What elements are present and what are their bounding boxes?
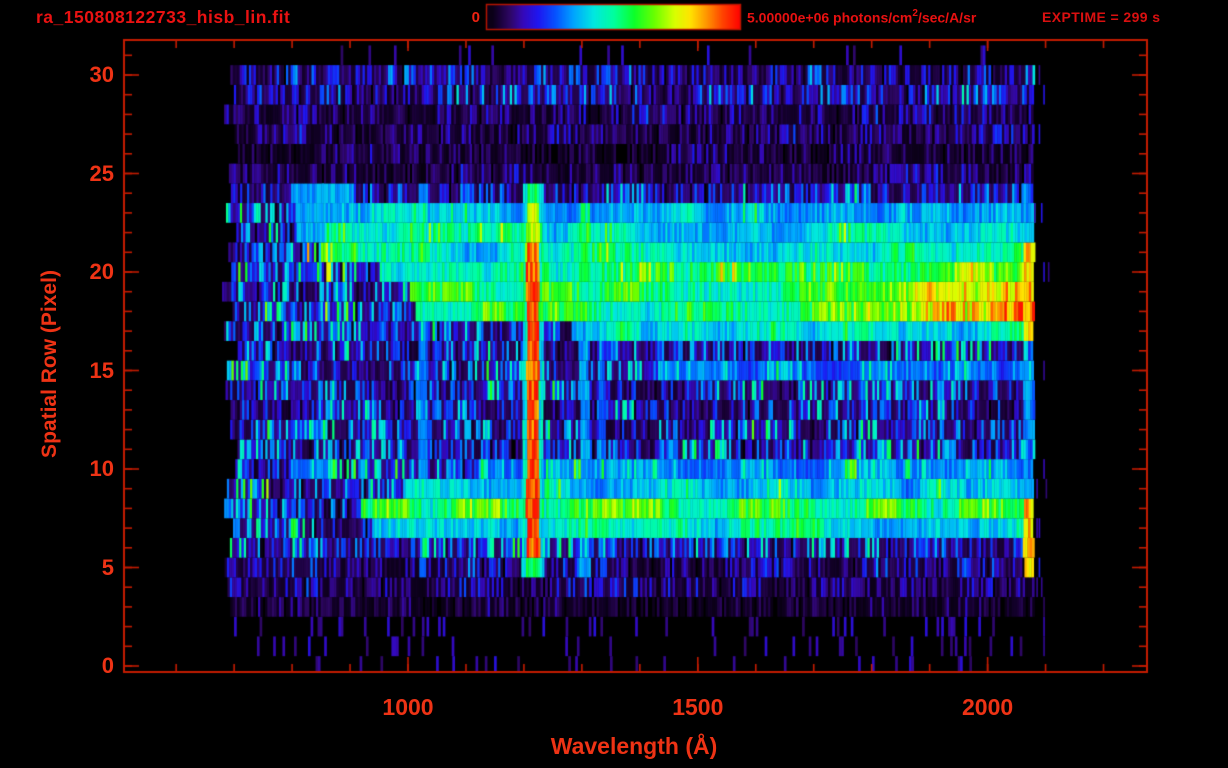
y-tick-label: 0 — [101, 653, 114, 678]
y-axis-title: Spatial Row (Pixel) — [38, 270, 61, 458]
colorbar-max-value: 5.00000e+06 photons/cm — [747, 9, 913, 26]
file-title: ra_150808122733_hisb_lin.fit — [36, 7, 291, 27]
colorbar-max-units: /sec/A/sr — [917, 9, 977, 26]
y-tick-label: 30 — [89, 62, 114, 87]
x-tick-label: 2000 — [962, 694, 1014, 720]
y-tick-label: 10 — [89, 456, 114, 481]
x-axis-title: Wavelength (Å) — [550, 733, 718, 759]
y-tick-label: 15 — [89, 357, 114, 383]
colorbar-max-exponent: 2 — [912, 8, 918, 19]
y-tick-label: 5 — [101, 554, 114, 580]
colorbar-min-label: 0 — [471, 9, 480, 26]
y-tick-label: 25 — [89, 160, 114, 186]
y-tick-label: 20 — [89, 259, 114, 284]
colorbar-max-label: 5.00000e+06 photons/cm2/sec/A/sr — [747, 8, 977, 26]
x-tick-label: 1500 — [672, 694, 724, 720]
spectrogram-canvas — [0, 0, 1228, 768]
exptime-label: EXPTIME = 299 s — [1042, 9, 1161, 25]
spectrogram-viewer: ra_150808122733_hisb_lin.fit 0 5.00000e+… — [0, 0, 1228, 768]
x-tick-label: 1000 — [382, 694, 434, 720]
